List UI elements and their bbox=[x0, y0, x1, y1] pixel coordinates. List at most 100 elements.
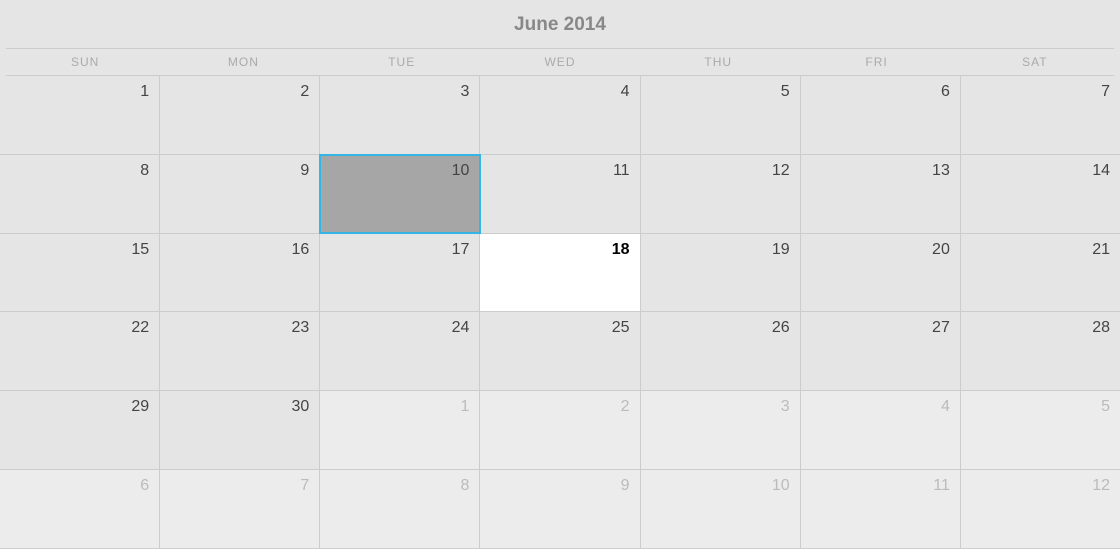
day-cell[interactable]: 11 bbox=[480, 155, 640, 233]
day-number: 11 bbox=[933, 477, 950, 494]
day-number: 20 bbox=[932, 241, 950, 258]
day-cell[interactable]: 15 bbox=[0, 234, 160, 312]
day-number: 7 bbox=[300, 477, 309, 494]
day-cell[interactable]: 1 bbox=[0, 76, 160, 154]
day-cell[interactable]: 2 bbox=[480, 391, 640, 469]
day-number: 23 bbox=[291, 319, 309, 336]
day-cell[interactable]: 4 bbox=[480, 76, 640, 154]
week-row: 1 2 3 4 5 6 7 bbox=[0, 76, 1120, 155]
weekday-header: WED bbox=[481, 49, 639, 75]
day-number: 12 bbox=[1092, 477, 1110, 494]
day-cell[interactable]: 19 bbox=[641, 234, 801, 312]
day-cell[interactable]: 3 bbox=[641, 391, 801, 469]
day-cell[interactable]: 20 bbox=[801, 234, 961, 312]
week-row: 29 30 1 2 3 4 5 bbox=[0, 391, 1120, 470]
day-number: 15 bbox=[131, 241, 149, 258]
day-number: 26 bbox=[772, 319, 790, 336]
day-cell[interactable]: 3 bbox=[320, 76, 480, 154]
day-cell[interactable]: 8 bbox=[0, 155, 160, 233]
day-cell[interactable]: 24 bbox=[320, 312, 480, 390]
day-number: 1 bbox=[140, 83, 149, 100]
day-cell[interactable]: 25 bbox=[480, 312, 640, 390]
day-number: 30 bbox=[291, 398, 309, 415]
weekday-header: MON bbox=[164, 49, 322, 75]
day-number: 16 bbox=[291, 241, 309, 258]
day-cell[interactable]: 14 bbox=[961, 155, 1120, 233]
day-number: 14 bbox=[1092, 162, 1110, 179]
day-number: 4 bbox=[621, 83, 630, 100]
day-cell[interactable]: 17 bbox=[320, 234, 480, 312]
day-number: 19 bbox=[772, 241, 790, 258]
day-cell[interactable]: 4 bbox=[801, 391, 961, 469]
day-number: 7 bbox=[1101, 83, 1110, 100]
day-number: 5 bbox=[781, 83, 790, 100]
day-number: 2 bbox=[300, 83, 309, 100]
day-number: 29 bbox=[131, 398, 149, 415]
day-cell[interactable]: 11 bbox=[801, 470, 961, 548]
day-cell[interactable]: 22 bbox=[0, 312, 160, 390]
week-row: 8 9 10 11 12 13 14 bbox=[0, 155, 1120, 234]
day-number: 10 bbox=[772, 477, 790, 494]
week-row: 22 23 24 25 26 27 28 bbox=[0, 312, 1120, 391]
day-cell[interactable]: 6 bbox=[801, 76, 961, 154]
day-cell[interactable]: 6 bbox=[0, 470, 160, 548]
day-number: 24 bbox=[452, 319, 470, 336]
day-number: 28 bbox=[1092, 319, 1110, 336]
day-number: 17 bbox=[452, 241, 470, 258]
day-number: 8 bbox=[461, 477, 470, 494]
day-cell[interactable]: 10 bbox=[641, 470, 801, 548]
day-cell[interactable]: 7 bbox=[160, 470, 320, 548]
day-number: 6 bbox=[140, 477, 149, 494]
day-cell[interactable]: 2 bbox=[160, 76, 320, 154]
day-cell[interactable]: 16 bbox=[160, 234, 320, 312]
day-number: 3 bbox=[461, 83, 470, 100]
day-number: 9 bbox=[300, 162, 309, 179]
day-number: 27 bbox=[932, 319, 950, 336]
day-number: 6 bbox=[941, 83, 950, 100]
week-row: 15 16 17 18 19 20 21 bbox=[0, 234, 1120, 313]
day-cell[interactable]: 30 bbox=[160, 391, 320, 469]
weekday-header: THU bbox=[639, 49, 797, 75]
day-cell[interactable]: 8 bbox=[320, 470, 480, 548]
day-cell[interactable]: 18 bbox=[480, 234, 640, 312]
day-number: 18 bbox=[612, 241, 630, 258]
day-cell[interactable]: 27 bbox=[801, 312, 961, 390]
day-number: 5 bbox=[1101, 398, 1110, 415]
day-cell[interactable]: 12 bbox=[961, 470, 1120, 548]
day-number: 1 bbox=[461, 398, 470, 415]
day-number: 22 bbox=[131, 319, 149, 336]
day-number: 10 bbox=[452, 162, 470, 179]
month-title: June 2014 bbox=[0, 0, 1120, 48]
day-cell[interactable]: 5 bbox=[641, 76, 801, 154]
day-cell[interactable]: 29 bbox=[0, 391, 160, 469]
day-cell[interactable]: 12 bbox=[641, 155, 801, 233]
day-cell[interactable]: 10 bbox=[320, 155, 480, 233]
day-number: 11 bbox=[613, 162, 630, 179]
day-cell[interactable]: 7 bbox=[961, 76, 1120, 154]
weekday-header: FRI bbox=[797, 49, 955, 75]
day-cell[interactable]: 26 bbox=[641, 312, 801, 390]
day-cell[interactable]: 28 bbox=[961, 312, 1120, 390]
day-number: 13 bbox=[932, 162, 950, 179]
day-cell[interactable]: 9 bbox=[480, 470, 640, 548]
day-cell[interactable]: 23 bbox=[160, 312, 320, 390]
day-number: 4 bbox=[941, 398, 950, 415]
day-number: 2 bbox=[621, 398, 630, 415]
day-number: 21 bbox=[1092, 241, 1110, 258]
day-number: 8 bbox=[140, 162, 149, 179]
day-cell[interactable]: 9 bbox=[160, 155, 320, 233]
calendar: June 2014 SUN MON TUE WED THU FRI SAT 12… bbox=[0, 0, 1120, 549]
weekday-header-row: SUN MON TUE WED THU FRI SAT bbox=[6, 48, 1114, 76]
day-cell[interactable]: 13 bbox=[801, 155, 961, 233]
weeks-container: 1234567891011121314151617181920212223242… bbox=[0, 76, 1120, 549]
day-cell[interactable]: 5 bbox=[961, 391, 1120, 469]
day-number: 25 bbox=[612, 319, 630, 336]
week-row: 6 7 8 9 10 11 12 bbox=[0, 470, 1120, 549]
day-number: 3 bbox=[781, 398, 790, 415]
weekday-header: SUN bbox=[6, 49, 164, 75]
day-number: 12 bbox=[772, 162, 790, 179]
day-cell[interactable]: 1 bbox=[320, 391, 480, 469]
day-cell[interactable]: 21 bbox=[961, 234, 1120, 312]
day-number: 9 bbox=[621, 477, 630, 494]
weekday-header: SAT bbox=[956, 49, 1114, 75]
